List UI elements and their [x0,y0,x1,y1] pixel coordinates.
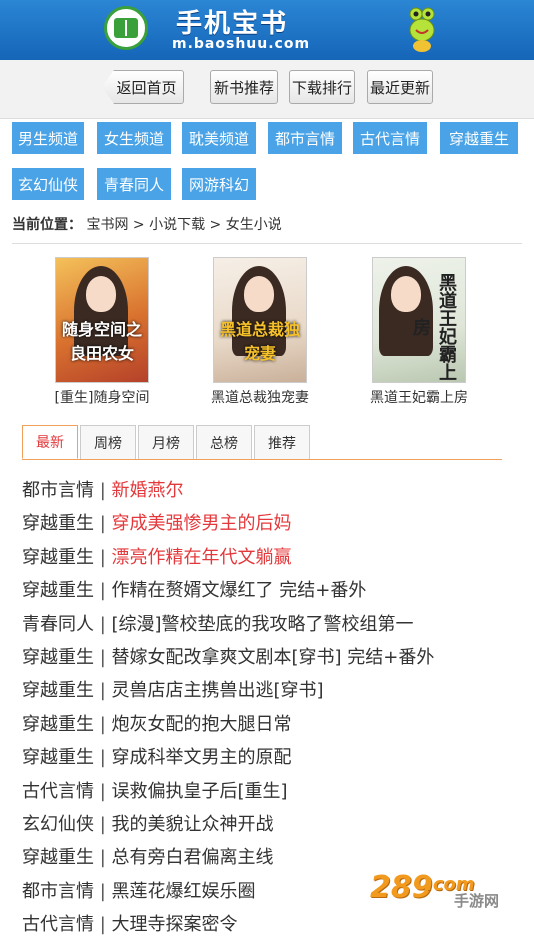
list-item-separator: | [94,513,112,535]
divider [12,243,522,244]
category-youth[interactable]: 青春同人 [97,168,171,200]
list-item-separator: | [94,780,112,802]
watermark-sub: 手游网 [454,892,500,910]
list-item-separator: | [94,914,112,936]
list-item-category[interactable]: 穿越重生 [22,647,94,668]
cover-text: 随身空间之良田农女 [61,320,142,363]
category-ancient[interactable]: 古代言情 [353,122,427,154]
list-item[interactable]: 玄幻仙侠 | 我的美貌让众神开战 [22,808,522,841]
list-item[interactable]: 穿越重生 | 作精在赘婿文爆红了 完结+番外 [22,574,522,607]
list-item-category[interactable]: 穿越重生 [22,847,94,868]
tab-monthly[interactable]: 月榜 [138,425,194,459]
list-item-title[interactable]: 总有旁白君偏离主线 [112,847,274,868]
cover-text: 黑道总裁独宠妻 [219,320,300,363]
list-item-separator: | [94,747,112,769]
list-item-separator: | [94,646,112,668]
category-fantasy[interactable]: 玄幻仙侠 [12,168,84,200]
back-home-button[interactable]: 返回首页 [102,70,184,104]
list-item-separator: | [94,813,112,835]
tab-latest[interactable]: 最新 [22,425,78,459]
list-item[interactable]: 穿越重生 | 漂亮作精在年代文躺赢 [22,541,522,574]
category-female[interactable]: 女生频道 [97,122,171,154]
list-item-category[interactable]: 都市言情 [22,480,94,501]
list-item-title[interactable]: 炮灰女配的抱大腿日常 [112,714,292,735]
featured-book[interactable]: 随身空间之良田农女 [重生]随身空间 [22,257,182,407]
list-item-category[interactable]: 穿越重生 [22,714,94,735]
featured-book[interactable]: 黑道总裁独宠妻 黑道总裁独宠妻 [180,257,340,407]
list-item-title[interactable]: 新婚燕尔 [112,480,184,501]
list-item-category[interactable]: 青春同人 [22,614,94,635]
cover-text: 黑道王妃霸上房 [410,273,457,381]
book-logo-icon[interactable] [104,6,148,50]
category-scifi[interactable]: 网游科幻 [182,168,256,200]
list-item[interactable]: 青春同人 | [综漫]警校垫底的我攻略了警校组第一 [22,608,522,641]
list-item-title[interactable]: 穿成科举文男主的原配 [112,747,292,768]
book-cover[interactable]: 黑道总裁独宠妻 [213,257,307,383]
list-item-separator: | [94,713,112,735]
top-nav: 返回首页 新书推荐 下载排行 最近更新 [0,60,534,119]
book-cover[interactable]: 随身空间之良田农女 [55,257,149,383]
list-item[interactable]: 穿越重生 | 穿成美强惨男主的后妈 [22,507,522,540]
category-urban[interactable]: 都市言情 [268,122,342,154]
tab-underline [22,459,502,460]
list-item-category[interactable]: 穿越重生 [22,547,94,568]
list-item-separator: | [94,847,112,869]
list-item-category[interactable]: 穿越重生 [22,580,94,601]
list-item-separator: | [94,546,112,568]
list-item-category[interactable]: 穿越重生 [22,747,94,768]
download-rank-button[interactable]: 下载排行 [289,70,355,104]
recent-updates-button[interactable]: 最近更新 [367,70,433,104]
list-item-category[interactable]: 古代言情 [22,781,94,802]
list-item-category[interactable]: 玄幻仙侠 [22,814,94,835]
list-item-separator: | [94,580,112,602]
breadcrumb: 当前位置： 宝书网 > 小说下载 > 女生小说 [12,214,282,234]
tab-total[interactable]: 总榜 [196,425,252,459]
list-item-title[interactable]: [综漫]警校垫底的我攻略了警校组第一 [112,614,414,635]
list-item-title[interactable]: 灵兽店店主携兽出逃[穿书] [112,680,324,701]
book-cover[interactable]: 黑道王妃霸上房 [372,257,466,383]
list-item-separator: | [94,480,112,501]
brand-title[interactable]: 手机宝书 [176,3,288,40]
list-item-separator: | [94,880,112,902]
list-item[interactable]: 穿越重生 | 穿成科举文男主的原配 [22,741,522,774]
list-item-title[interactable]: 大理寺探案密令 [112,914,238,935]
list-item[interactable]: 都市言情 | 新婚燕尔 [22,474,522,507]
breadcrumb-path[interactable]: 宝书网 > 小说下载 > 女生小说 [86,217,281,233]
book-title[interactable]: 黑道王妃霸上房 [339,387,499,407]
featured-book[interactable]: 黑道王妃霸上房 黑道王妃霸上房 [339,257,499,407]
list-item-title[interactable]: 替嫁女配改拿爽文剧本[穿书] 完结+番外 [112,647,435,668]
list-item[interactable]: 古代言情 | 误救偏执皇子后[重生] [22,775,522,808]
tab-weekly[interactable]: 周榜 [80,425,136,459]
list-item[interactable]: 穿越重生 | 替嫁女配改拿爽文剧本[穿书] 完结+番外 [22,641,522,674]
list-item-category[interactable]: 穿越重生 [22,680,94,701]
list-item[interactable]: 穿越重生 | 炮灰女配的抱大腿日常 [22,708,522,741]
list-item-category[interactable]: 古代言情 [22,914,94,935]
list-item-title[interactable]: 漂亮作精在年代文躺赢 [112,547,292,568]
watermark-logo: 289 .com 手游网 [370,870,520,912]
new-books-button[interactable]: 新书推荐 [210,70,278,104]
list-item-separator: | [94,680,112,702]
list-item-separator: | [94,613,112,635]
book-title[interactable]: [重生]随身空间 [22,387,182,407]
frog-mascot-icon [409,7,435,52]
list-item-title[interactable]: 黑莲花爆红娱乐圈 [112,881,256,902]
list-item-title[interactable]: 误救偏执皇子后[重生] [112,781,288,802]
list-item-category[interactable]: 都市言情 [22,881,94,902]
category-danmei[interactable]: 耽美频道 [182,122,256,154]
watermark-number: 289 [370,870,433,905]
breadcrumb-label: 当前位置： [12,217,82,233]
list-item-title[interactable]: 作精在赘婿文爆红了 完结+番外 [112,580,367,601]
list-item-title[interactable]: 穿成美强惨男主的后妈 [112,513,292,534]
list-item[interactable]: 古代言情 | 大理寺探案密令 [22,908,522,941]
list-item-category[interactable]: 穿越重生 [22,513,94,534]
list-item[interactable]: 穿越重生 | 灵兽店店主携兽出逃[穿书] [22,674,522,707]
category-timetravel[interactable]: 穿越重生 [440,122,518,154]
app-header: 手机宝书 m.baoshuu.com [0,0,534,60]
site-domain: m.baoshuu.com [172,36,311,52]
category-male[interactable]: 男生频道 [12,122,84,154]
tab-recommend[interactable]: 推荐 [254,425,310,459]
list-item-title[interactable]: 我的美貌让众神开战 [112,814,274,835]
book-title[interactable]: 黑道总裁独宠妻 [180,387,340,407]
